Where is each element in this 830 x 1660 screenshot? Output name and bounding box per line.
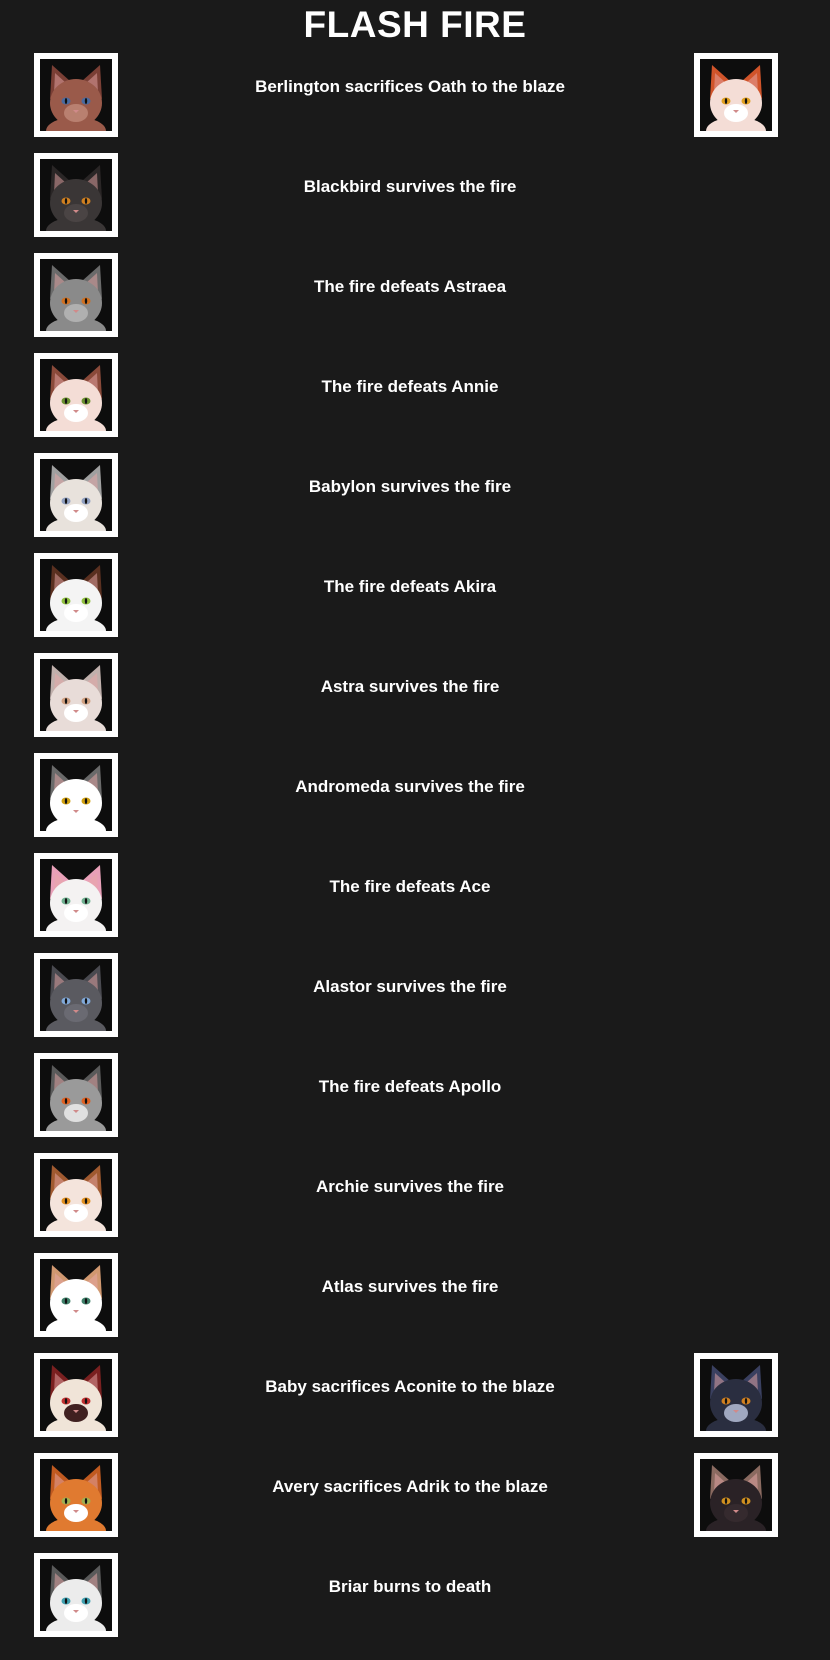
event-text: Alastor survives the fire [313,977,507,996]
event-row: Avery sacrifices Adrik to the blaze [0,1453,830,1547]
event-row: Baby sacrifices Aconite to the blaze [0,1353,830,1447]
event-row: Blackbird survives the fire [0,153,830,247]
cat-portrait-icon [46,1465,106,1531]
event-row: Andromeda survives the fire [0,753,830,847]
event-text: Avery sacrifices Adrik to the blaze [272,1477,548,1496]
tribute-avatar-berlington [34,53,118,137]
event-row: The fire defeats Astraea [0,253,830,347]
tribute-avatar-oath [694,53,778,137]
tribute-avatar-atlas [34,1253,118,1337]
cat-portrait-icon [46,765,106,831]
event-text: Astra survives the fire [320,677,500,696]
cat-portrait-icon [46,565,106,631]
tribute-avatar-briar [34,1553,118,1637]
event-row: Babylon survives the fire [0,453,830,547]
event-row: The fire defeats Annie [0,353,830,447]
event-text: Blackbird survives the fire [303,177,517,196]
event-row: The fire defeats Akira [0,553,830,647]
event-row: Alastor survives the fire [0,953,830,1047]
cat-portrait-icon [46,165,106,231]
cat-portrait-icon [706,1465,766,1531]
event-text: The fire defeats Akira [323,577,497,596]
tribute-avatar-apollo [34,1053,118,1137]
event-text: The fire defeats Astraea [313,277,507,296]
tribute-avatar-ace [34,853,118,937]
cat-portrait-icon [46,1065,106,1131]
event-row: The fire defeats Ace [0,853,830,947]
event-text: Berlington sacrifices Oath to the blaze [255,77,565,96]
event-text: Babylon survives the fire [308,477,512,496]
page-title: FLASH FIRE [303,4,527,45]
cat-portrait-icon [46,365,106,431]
tribute-avatar-akira [34,553,118,637]
cat-portrait-icon [706,1365,766,1431]
event-text: Briar burns to death [328,1577,492,1596]
tribute-avatar-baby [34,1353,118,1437]
tribute-avatar-blackbird [34,153,118,237]
event-text: Archie survives the fire [315,1177,505,1196]
cat-portrait-icon [46,1365,106,1431]
cat-portrait-icon [46,665,106,731]
event-row: Berlington sacrifices Oath to the blaze [0,53,830,147]
tribute-avatar-adrik [694,1453,778,1537]
event-row: The fire defeats Apollo [0,1053,830,1147]
tribute-avatar-avery [34,1453,118,1537]
tribute-avatar-andromeda [34,753,118,837]
tribute-avatar-aconite [694,1353,778,1437]
event-text: The fire defeats Annie [321,377,499,396]
event-row: Archie survives the fire [0,1153,830,1247]
event-text: Atlas survives the fire [321,1277,499,1296]
cat-portrait-icon [46,65,106,131]
tribute-avatar-astra [34,653,118,737]
event-text: Baby sacrifices Aconite to the blaze [265,1377,555,1396]
tribute-avatar-astraea [34,253,118,337]
event-row: Atlas survives the fire [0,1253,830,1347]
event-row: Briar burns to death [0,1553,830,1647]
event-text: The fire defeats Apollo [318,1077,502,1096]
tribute-avatar-babylon [34,453,118,537]
cat-portrait-icon [46,265,106,331]
cat-portrait-icon [46,1565,106,1631]
tribute-avatar-alastor [34,953,118,1037]
cat-portrait-icon [46,465,106,531]
cat-portrait-icon [46,1265,106,1331]
tribute-avatar-annie [34,353,118,437]
cat-portrait-icon [46,965,106,1031]
event-text: The fire defeats Ace [329,877,491,896]
event-row: Astra survives the fire [0,653,830,747]
event-text: Andromeda survives the fire [295,777,525,796]
cat-portrait-icon [46,865,106,931]
cat-portrait-icon [46,1165,106,1231]
cat-portrait-icon [706,65,766,131]
tribute-avatar-archie [34,1153,118,1237]
